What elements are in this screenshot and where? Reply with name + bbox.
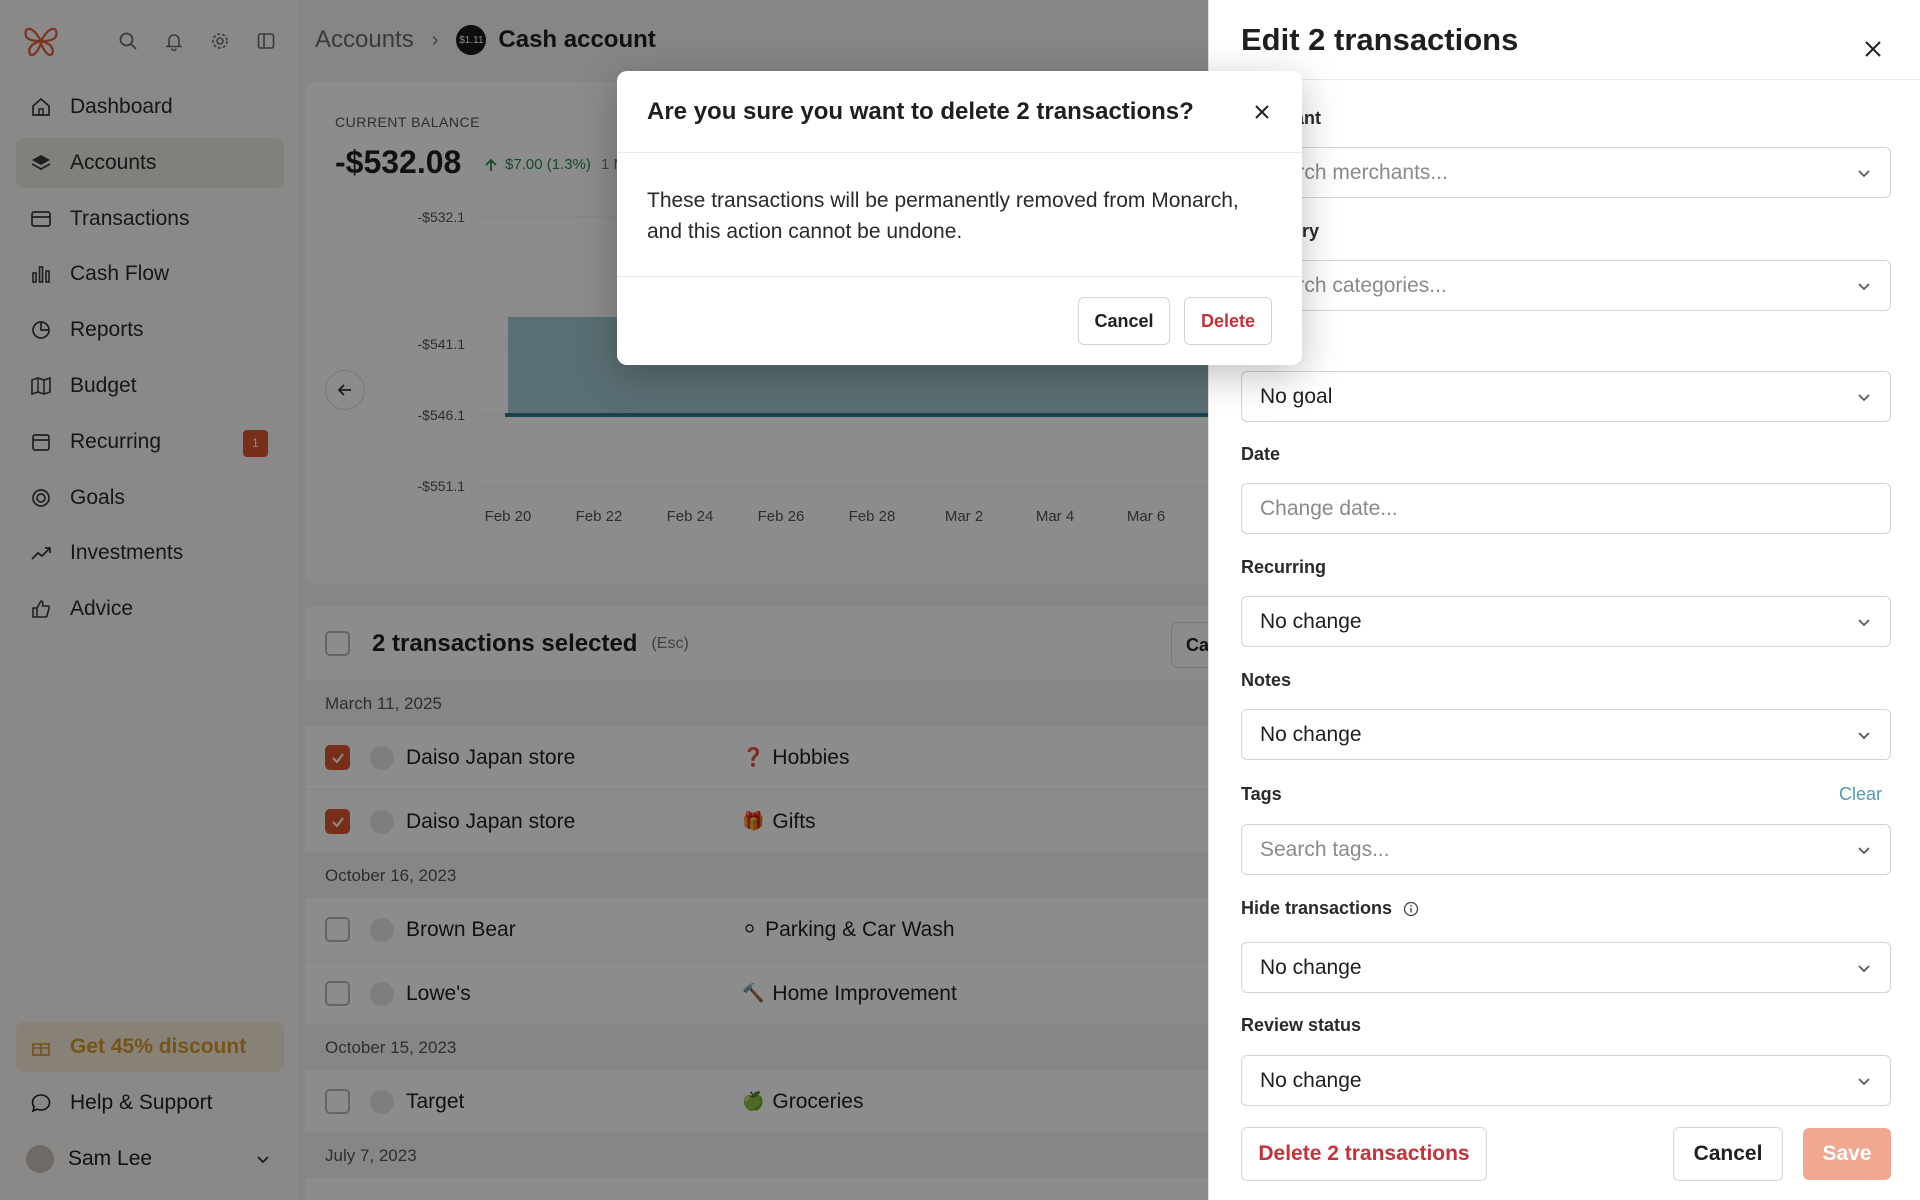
notes-label: Notes [1241, 670, 1292, 690]
modal-title: Are you sure you want to delete 2 transa… [647, 97, 1194, 125]
chevron-down-icon [1858, 394, 1870, 402]
tags-placeholder: Search tags... [1260, 837, 1390, 861]
tags-clear-link[interactable]: Clear [1839, 784, 1882, 805]
chevron-down-icon [1858, 170, 1870, 178]
category-select[interactable]: Search categories... [1241, 260, 1891, 311]
modal-cancel-button[interactable]: Cancel [1078, 297, 1170, 345]
modal-delete-button[interactable]: Delete [1184, 297, 1272, 345]
modal-body: These transactions will be permanently r… [617, 153, 1302, 277]
drawer-header: Edit 2 transactions [1209, 0, 1920, 80]
recurring-value: No change [1260, 609, 1362, 633]
chevron-down-icon [1858, 1078, 1870, 1086]
modal-body-line-1: These transactions will be permanently r… [647, 189, 1239, 212]
confirm-delete-modal: Are you sure you want to delete 2 transa… [617, 71, 1302, 365]
chevron-down-icon [1858, 847, 1870, 855]
drawer-save-button[interactable]: Save [1803, 1128, 1891, 1180]
modal-header: Are you sure you want to delete 2 transa… [617, 71, 1302, 153]
recurring-label: Recurring [1241, 557, 1327, 577]
chevron-down-icon [1858, 283, 1870, 291]
tags-label: Tags [1241, 784, 1282, 804]
modal-footer: Cancel Delete [617, 277, 1302, 365]
chevron-down-icon [1858, 732, 1870, 740]
date-label: Date [1241, 444, 1281, 464]
recurring-select[interactable]: No change [1241, 596, 1891, 647]
close-icon[interactable] [1862, 38, 1884, 60]
notes-value: No change [1260, 722, 1362, 746]
hide-transactions-value: No change [1260, 955, 1362, 979]
close-icon[interactable] [1252, 102, 1272, 122]
review-status-label: Review status [1241, 1015, 1362, 1035]
date-placeholder: Change date... [1260, 496, 1398, 520]
date-input[interactable]: Change date... [1241, 483, 1891, 534]
tags-select[interactable]: Search tags... [1241, 824, 1891, 875]
drawer-cancel-button[interactable]: Cancel [1673, 1127, 1783, 1181]
notes-select[interactable]: No change [1241, 709, 1891, 760]
hide-transactions-select[interactable]: No change [1241, 942, 1891, 993]
hide-transactions-label: Hide transactions [1241, 898, 1419, 919]
info-icon[interactable] [1403, 901, 1419, 917]
chevron-down-icon [1858, 619, 1870, 627]
goal-value: No goal [1260, 384, 1333, 408]
delete-transactions-button[interactable]: Delete 2 transactions [1241, 1127, 1487, 1181]
drawer-footer: Delete 2 transactions Cancel Save [1209, 1125, 1920, 1181]
modal-body-line-2: and this action cannot be undone. [647, 220, 963, 243]
review-status-value: No change [1260, 1068, 1362, 1092]
goal-select[interactable]: No goal [1241, 371, 1891, 422]
drawer-title: Edit 2 transactions [1241, 21, 1519, 57]
chevron-down-icon [1858, 965, 1870, 973]
review-status-select[interactable]: No change [1241, 1055, 1891, 1106]
hide-transactions-label-text: Hide transactions [1241, 898, 1393, 918]
edit-transactions-drawer: Edit 2 transactions Merchant Search merc… [1208, 0, 1920, 1200]
merchant-select[interactable]: Search merchants... [1241, 147, 1891, 198]
